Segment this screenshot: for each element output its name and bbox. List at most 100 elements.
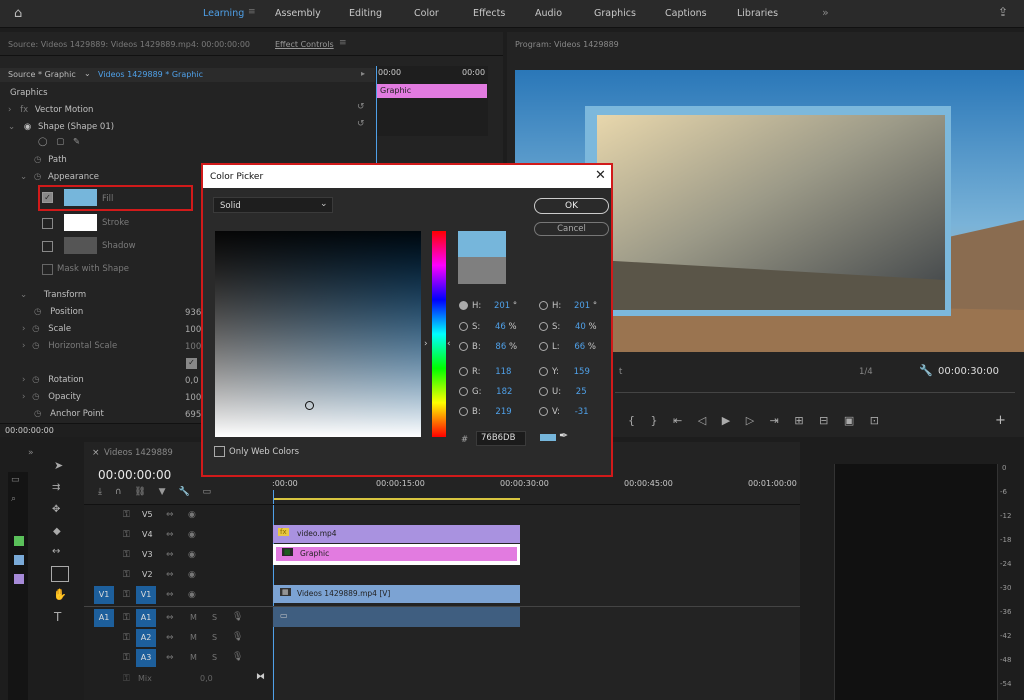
sync-lock-icon[interactable]: ⇔ bbox=[166, 653, 174, 663]
tab-effect-controls[interactable]: Effect Controls bbox=[275, 40, 334, 49]
ec-shape[interactable]: Shape (Shape 01) bbox=[38, 122, 114, 132]
value-blue[interactable]: 219 bbox=[495, 407, 511, 417]
home-icon[interactable]: ⌂ bbox=[14, 6, 22, 21]
value-u[interactable]: 25 bbox=[576, 387, 587, 397]
timeline-timecode[interactable]: 00:00:00:00 bbox=[98, 468, 171, 482]
mark-in-icon[interactable]: { bbox=[628, 414, 635, 427]
radio-g[interactable] bbox=[459, 387, 468, 396]
goto-in-icon[interactable]: ⇤ bbox=[673, 414, 682, 427]
step-back-frame-icon[interactable]: ◁ bbox=[698, 414, 706, 427]
resolution-dropdown[interactable]: 1/4 bbox=[859, 367, 873, 377]
hex-input[interactable]: 76B6DB bbox=[476, 431, 526, 446]
radio-blue[interactable] bbox=[459, 407, 468, 416]
lock-icon[interactable]: ⚿ bbox=[123, 570, 130, 580]
fill-checkbox[interactable]: ✓ bbox=[42, 192, 53, 203]
insert-icon[interactable]: ⊞ bbox=[794, 414, 803, 427]
tab-audio[interactable]: Audio bbox=[535, 8, 562, 19]
color-label-purple[interactable] bbox=[14, 574, 24, 584]
ec-graphic-clip[interactable]: Graphic bbox=[376, 84, 487, 98]
ec-scale[interactable]: Scale bbox=[48, 324, 71, 334]
trim-icon[interactable]: ⧓ bbox=[256, 672, 265, 682]
value-y[interactable]: 159 bbox=[574, 367, 590, 377]
ec-position[interactable]: Position bbox=[50, 307, 83, 317]
stroke-checkbox[interactable] bbox=[42, 241, 53, 252]
close-icon[interactable]: ✕ bbox=[595, 168, 606, 183]
fit-dropdown-fragment[interactable]: t bbox=[619, 367, 622, 377]
track-v2[interactable]: V2 bbox=[142, 570, 153, 579]
radio-v[interactable] bbox=[539, 407, 548, 416]
stroke-checkbox-box[interactable] bbox=[42, 218, 53, 229]
panel-menu-icon[interactable]: ≡ bbox=[339, 38, 347, 48]
radio-b[interactable] bbox=[459, 342, 468, 351]
source-title[interactable]: Source: Videos 1429889: Videos 1429889.m… bbox=[8, 40, 250, 49]
add-button-icon[interactable]: + bbox=[995, 413, 1006, 428]
eye-icon[interactable]: ◉ bbox=[188, 590, 196, 600]
solo-button[interactable]: S bbox=[212, 633, 217, 642]
slip-icon[interactable]: ↔ bbox=[52, 546, 60, 557]
eye-icon[interactable]: ◉ bbox=[188, 570, 196, 580]
saturation-brightness-field[interactable] bbox=[215, 231, 421, 437]
track-a1[interactable]: A1 bbox=[136, 609, 156, 627]
rectangle-tool-icon[interactable]: ▢ bbox=[56, 137, 64, 147]
tab-libraries[interactable]: Libraries bbox=[737, 8, 778, 19]
hscale-value[interactable]: 100 bbox=[185, 342, 201, 352]
nest-icon[interactable]: ⤓ bbox=[98, 487, 102, 497]
program-timecode[interactable]: 00:00:30:00 bbox=[938, 366, 999, 377]
solo-button[interactable]: S bbox=[212, 653, 217, 662]
value-h[interactable]: 201 bbox=[494, 301, 510, 311]
sync-lock-icon[interactable]: ⇔ bbox=[166, 510, 174, 520]
menu-icon[interactable]: ≡ bbox=[248, 7, 256, 17]
color-selector-circle[interactable] bbox=[305, 401, 314, 410]
sync-lock-icon[interactable]: ⇔ bbox=[166, 613, 174, 623]
tab-captions[interactable]: Captions bbox=[665, 8, 707, 19]
stopwatch-icon[interactable]: ◷ bbox=[34, 172, 41, 182]
lock-icon[interactable]: ⚿ bbox=[123, 590, 130, 600]
sync-lock-icon[interactable]: ⇔ bbox=[166, 570, 174, 580]
source-a1[interactable]: A1 bbox=[94, 609, 114, 627]
stroke-swatch[interactable] bbox=[64, 214, 97, 231]
source-dropdown[interactable]: Source * Graphic bbox=[8, 70, 76, 79]
clip-videos-v1[interactable]: Videos 1429889.mp4 [V] bbox=[273, 585, 520, 603]
scale-value[interactable]: 100 bbox=[185, 325, 201, 335]
mute-button[interactable]: M bbox=[190, 613, 197, 622]
tab-effects[interactable]: Effects bbox=[473, 8, 505, 19]
pen-tool-icon[interactable]: ✎ bbox=[73, 137, 80, 147]
sequence-tab[interactable]: Videos 1429889 bbox=[104, 448, 173, 458]
compare-icon[interactable]: ⊡ bbox=[870, 414, 879, 427]
tab-learning[interactable]: Learning bbox=[203, 8, 244, 19]
track-v5[interactable]: V5 bbox=[142, 510, 153, 519]
rectangle-tool-icon[interactable] bbox=[51, 566, 69, 582]
ec-path[interactable]: Path bbox=[48, 155, 67, 165]
play-icon[interactable]: ▸ bbox=[361, 69, 365, 78]
radio-y[interactable] bbox=[539, 367, 548, 376]
radio-hsl-l[interactable] bbox=[539, 342, 548, 351]
lock-icon[interactable]: ⚿ bbox=[123, 510, 130, 520]
ec-timecode[interactable]: 00:00:00:00 bbox=[5, 426, 54, 435]
value-hsl-s[interactable]: 40 bbox=[575, 322, 586, 332]
mute-button[interactable]: M bbox=[190, 633, 197, 642]
mute-button[interactable]: M bbox=[190, 653, 197, 662]
folder-icon[interactable]: ▭ bbox=[11, 475, 20, 485]
expand-icon[interactable]: » bbox=[28, 448, 34, 458]
value-b[interactable]: 86 bbox=[495, 342, 506, 352]
radio-r[interactable] bbox=[459, 367, 468, 376]
sync-lock-icon[interactable]: ⇔ bbox=[166, 633, 174, 643]
ec-rotation[interactable]: Rotation bbox=[48, 375, 84, 385]
sequence-clip-label[interactable]: Videos 1429889 * Graphic bbox=[98, 70, 203, 79]
fill-type-dropdown[interactable]: Solid ⌄ bbox=[213, 197, 333, 213]
hue-slider[interactable] bbox=[432, 231, 446, 437]
ec-appearance[interactable]: Appearance bbox=[48, 172, 99, 182]
tab-color[interactable]: Color bbox=[414, 8, 439, 19]
sync-lock-icon[interactable]: ⇔ bbox=[166, 590, 174, 600]
value-g[interactable]: 182 bbox=[496, 387, 512, 397]
stopwatch-icon[interactable]: ◷ bbox=[32, 375, 39, 385]
lock-icon[interactable]: ⚿ bbox=[123, 530, 130, 540]
camera-icon[interactable]: ▣ bbox=[844, 414, 854, 427]
track-v1[interactable]: V1 bbox=[136, 586, 156, 604]
ec-opacity[interactable]: Opacity bbox=[48, 392, 81, 402]
fill-swatch[interactable] bbox=[64, 189, 97, 206]
ellipse-tool-icon[interactable]: ◯ bbox=[38, 137, 48, 147]
ec-timeline[interactable]: 00:00 00:00 Graphic bbox=[376, 66, 488, 436]
shadow-swatch[interactable] bbox=[64, 237, 97, 254]
wrench-icon[interactable]: 🔧 bbox=[919, 364, 933, 377]
